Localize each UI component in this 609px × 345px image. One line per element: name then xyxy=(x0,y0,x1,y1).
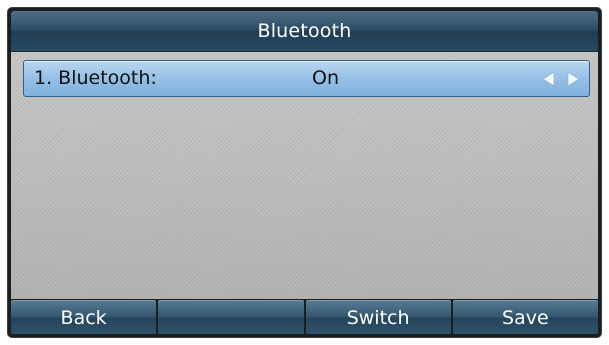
save-button[interactable]: Save xyxy=(452,300,598,334)
triangle-left-icon[interactable] xyxy=(540,70,558,88)
bluetooth-setting-row[interactable]: 1. Bluetooth: On xyxy=(23,60,590,97)
phone-screen: Bluetooth 1. Bluetooth: On Back Switch S… xyxy=(8,8,601,337)
back-button[interactable]: Back xyxy=(11,300,157,334)
bluetooth-setting-value: On xyxy=(312,67,339,89)
switch-button[interactable]: Switch xyxy=(305,300,451,334)
softkey-bar: Back Switch Save xyxy=(11,300,598,334)
bluetooth-setting-label: 1. Bluetooth: xyxy=(34,67,157,89)
settings-list: 1. Bluetooth: On xyxy=(11,52,598,299)
title-bar: Bluetooth xyxy=(11,11,598,52)
empty-softkey[interactable] xyxy=(158,300,304,334)
page-title: Bluetooth xyxy=(257,20,352,42)
triangle-right-icon[interactable] xyxy=(564,70,582,88)
